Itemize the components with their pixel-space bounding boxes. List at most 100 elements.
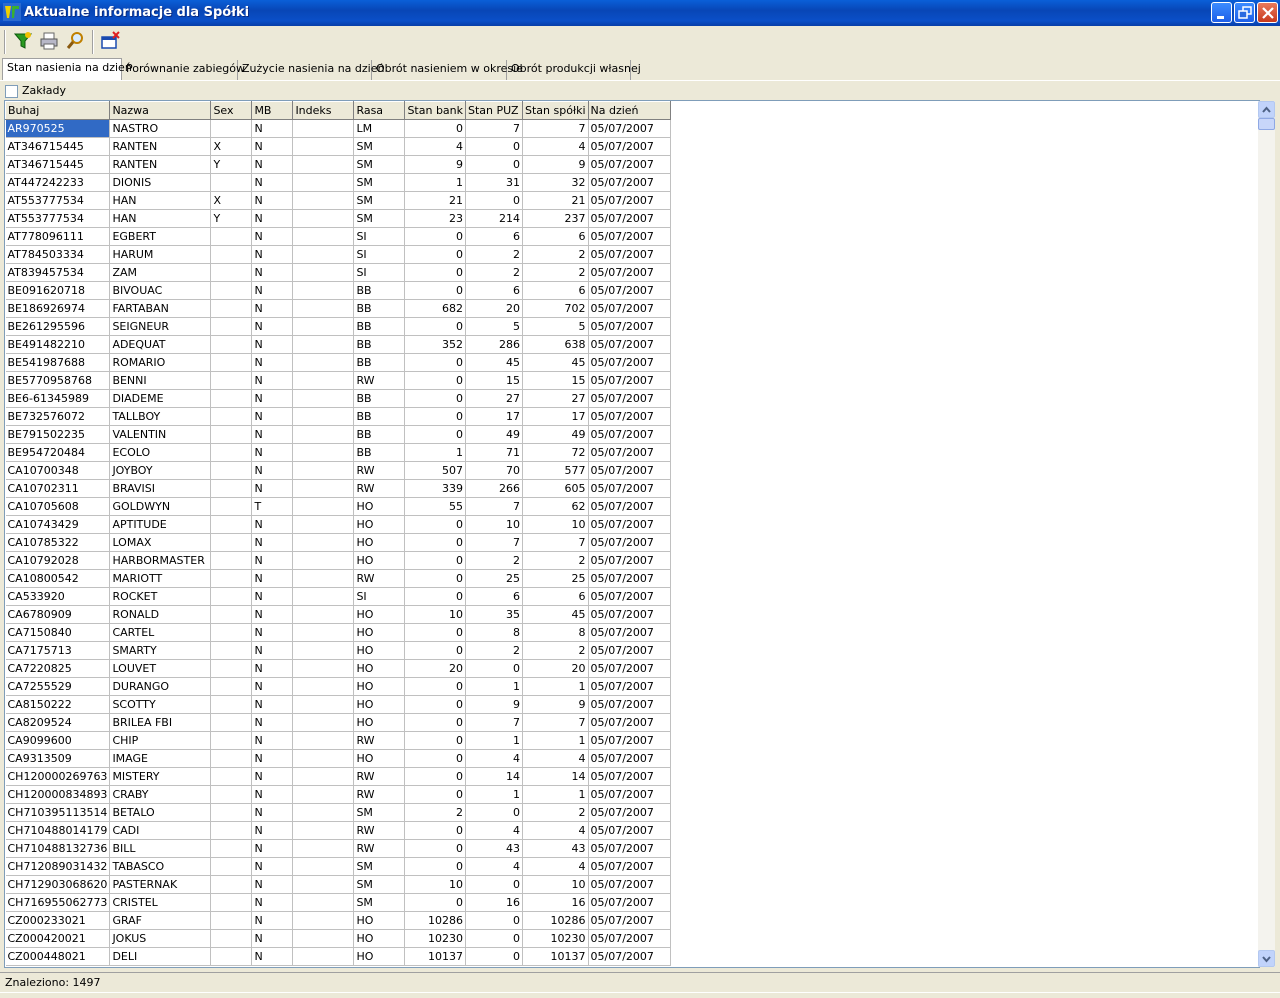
table-cell[interactable]: N [251,317,294,336]
tab-obrot-nasieniem[interactable]: Obrót nasieniem w okresie [372,60,523,80]
table-cell[interactable]: CH716955062773 [5,893,111,912]
tab-zuzycie-nasienia[interactable]: Zużycie nasienia na dzień [238,60,384,80]
table-cell[interactable]: LOMAX [109,533,212,552]
table-row[interactable]: CZ000233021 GRAF N HO 10286 0 10286 05/07/2007 [5,911,671,930]
table-cell[interactable]: SI [353,263,406,282]
table-cell[interactable] [210,929,253,948]
table-cell[interactable]: CZ000420021 [5,929,111,948]
print-icon[interactable] [38,30,60,52]
table-cell[interactable]: CZ000233021 [5,911,111,930]
table-cell[interactable] [292,533,355,552]
table-cell[interactable] [210,713,253,732]
table-cell[interactable] [292,425,355,444]
table-cell[interactable]: 62 [522,497,589,516]
table-cell[interactable]: 577 [522,461,589,480]
data-grid[interactable]: Buhaj Nazwa Sex MB Indeks Rasa Stan bank Stan P… [4,100,1260,968]
table-cell[interactable]: 31 [465,173,524,192]
table-cell[interactable] [292,857,355,876]
table-cell[interactable]: 4 [465,857,524,876]
table-cell[interactable]: 16 [522,893,589,912]
table-cell[interactable]: 05/07/2007 [588,281,671,300]
table-cell[interactable]: N [251,821,294,840]
table-cell[interactable]: GRAF [109,911,212,930]
table-cell[interactable]: 05/07/2007 [588,713,671,732]
table-cell[interactable]: 0 [404,587,467,606]
table-cell[interactable]: 7 [522,713,589,732]
table-row[interactable]: AR970525 NASTRO N LM 0 7 7 05/07/2007 [5,119,671,138]
table-cell[interactable]: 0 [404,425,467,444]
table-cell[interactable]: BE954720484 [5,443,111,462]
table-cell[interactable]: CA7150840 [5,623,111,642]
table-cell[interactable]: CH710488014179 [5,821,111,840]
table-cell[interactable] [210,227,253,246]
table-cell[interactable] [210,731,253,750]
table-cell[interactable]: SM [353,893,406,912]
table-row[interactable]: BE954720484 ECOLO N BB 1 71 72 05/07/2007 [5,443,671,462]
table-cell[interactable]: RW [353,821,406,840]
table-cell[interactable]: 0 [404,623,467,642]
table-cell[interactable]: CADI [109,821,212,840]
table-cell[interactable] [292,929,355,948]
column-header-sex[interactable]: Sex [210,101,253,120]
table-row[interactable]: CH120000834893 CRABY N RW 0 1 1 05/07/2007 [5,785,671,804]
table-cell[interactable] [210,389,253,408]
minimize-button[interactable] [1211,2,1232,23]
table-cell[interactable]: 7 [465,119,524,138]
table-cell[interactable]: 1 [465,785,524,804]
table-cell[interactable] [210,641,253,660]
table-cell[interactable] [292,407,355,426]
table-row[interactable]: CA7220825 LOUVET N HO 20 0 20 05/07/2007 [5,659,671,678]
table-cell[interactable]: 0 [404,281,467,300]
table-cell[interactable]: 7 [465,533,524,552]
table-cell[interactable]: CARTEL [109,623,212,642]
table-cell[interactable]: PASTERNAK [109,875,212,894]
table-cell[interactable]: 16 [465,893,524,912]
table-row[interactable]: CA10785322 LOMAX N HO 0 7 7 05/07/2007 [5,533,671,552]
table-cell[interactable]: 0 [404,767,467,786]
table-cell[interactable]: N [251,713,294,732]
table-cell[interactable]: 05/07/2007 [588,677,671,696]
table-cell[interactable]: 05/07/2007 [588,947,671,966]
table-cell[interactable] [210,569,253,588]
table-cell[interactable]: HO [353,515,406,534]
table-cell[interactable] [292,839,355,858]
table-cell[interactable]: 25 [522,569,589,588]
table-cell[interactable]: 45 [522,605,589,624]
table-row[interactable]: AT447242233 DIONIS N SM 1 31 32 05/07/2007 [5,173,671,192]
table-cell[interactable] [292,317,355,336]
table-cell[interactable]: 5 [522,317,589,336]
table-cell[interactable]: 05/07/2007 [588,443,671,462]
table-cell[interactable]: AT346715445 [5,137,111,156]
table-cell[interactable]: SMARTY [109,641,212,660]
table-cell[interactable]: BRILEA FBI [109,713,212,732]
table-cell[interactable]: 4 [465,749,524,768]
table-row[interactable]: CH120000269763 MISTERY N RW 0 14 14 05/07/2007 [5,767,671,786]
table-row[interactable]: CA10800542 MARIOTT N RW 0 25 25 05/07/2007 [5,569,671,588]
table-cell[interactable]: RW [353,767,406,786]
table-cell[interactable] [210,605,253,624]
table-cell[interactable] [292,947,355,966]
table-cell[interactable]: 4 [522,857,589,876]
table-row[interactable]: CA10700348 JOYBOY N RW 507 70 577 05/07/2007 [5,461,671,480]
table-cell[interactable]: 25 [465,569,524,588]
table-row[interactable]: AT839457534 ZAM N SI 0 2 2 05/07/2007 [5,263,671,282]
table-cell[interactable] [210,497,253,516]
table-cell[interactable]: 0 [465,155,524,174]
column-header-stan-sp-ki[interactable]: Stan spółki [522,101,589,120]
table-cell[interactable]: CA10800542 [5,569,111,588]
table-cell[interactable] [210,749,253,768]
column-header-stan-bank[interactable]: Stan bank [404,101,467,120]
table-cell[interactable]: 20 [404,659,467,678]
table-cell[interactable]: N [251,839,294,858]
table-cell[interactable]: HO [353,551,406,570]
table-cell[interactable]: ADEQUAT [109,335,212,354]
table-cell[interactable] [292,245,355,264]
scroll-up-button[interactable] [1258,101,1275,118]
table-cell[interactable]: 0 [404,533,467,552]
table-cell[interactable]: CA8150222 [5,695,111,714]
table-cell[interactable]: CRABY [109,785,212,804]
table-cell[interactable]: N [251,263,294,282]
table-cell[interactable]: BB [353,389,406,408]
table-cell[interactable] [292,497,355,516]
table-cell[interactable]: 10286 [404,911,467,930]
